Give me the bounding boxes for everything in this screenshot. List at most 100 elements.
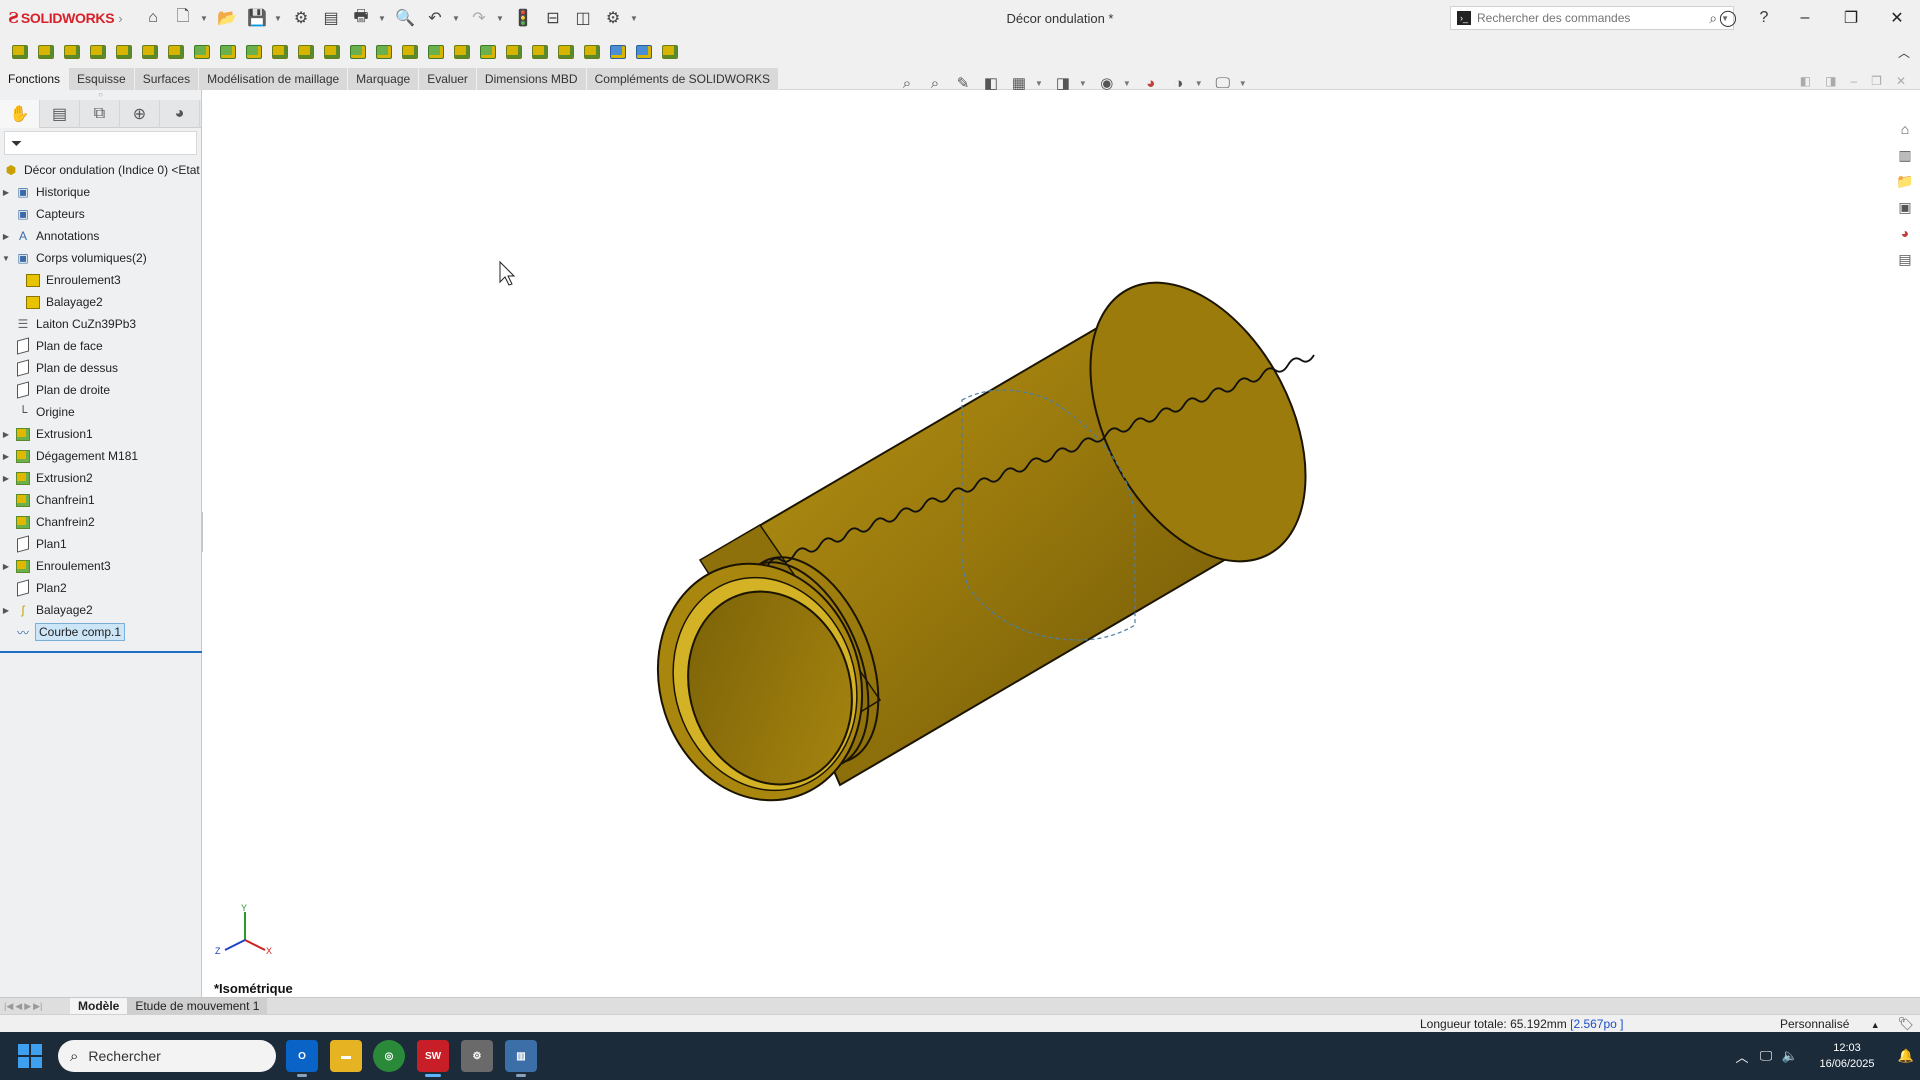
tree-root[interactable]: ⬢ Décor ondulation (Indice 0) <Etat bbox=[0, 159, 201, 181]
intersect-icon[interactable] bbox=[502, 40, 526, 64]
tree-item-degagement[interactable]: ▶ Dégagement M181 bbox=[0, 445, 201, 467]
rebuild-component-icon[interactable]: ⚙ bbox=[288, 5, 314, 31]
shell-icon[interactable] bbox=[450, 40, 474, 64]
redo-dropdown-icon[interactable]: ▼ bbox=[496, 14, 506, 23]
split-vertical-icon[interactable]: ◫ bbox=[570, 5, 596, 31]
tile-left-icon[interactable]: ◧ bbox=[1800, 74, 1811, 88]
unit-system[interactable]: Personnalisé ▲ bbox=[1780, 1017, 1880, 1031]
view-settings-dropdown-icon[interactable]: ▼ bbox=[1239, 79, 1247, 88]
swept-boss-icon[interactable] bbox=[60, 40, 84, 64]
reference-geometry-icon[interactable] bbox=[606, 40, 630, 64]
rollback-bar[interactable] bbox=[0, 651, 202, 653]
tab-modele[interactable]: Modèle bbox=[70, 997, 128, 1015]
redo-icon[interactable]: ↷ bbox=[466, 5, 492, 31]
expand-icon[interactable]: ▶ bbox=[0, 232, 12, 241]
open-folder-icon[interactable]: 📂 bbox=[214, 5, 240, 31]
network-icon[interactable]: 🖵 bbox=[1754, 1048, 1778, 1064]
tab-complements[interactable]: Compléments de SOLIDWORKS bbox=[586, 68, 779, 90]
tree-item-courbe-comp[interactable]: 〰 Courbe comp.1 bbox=[0, 621, 201, 643]
part-model[interactable]: Y X Z bbox=[203, 90, 1889, 999]
home-icon[interactable]: ⌂ bbox=[140, 5, 166, 31]
hide-show-items-icon[interactable]: ◉ bbox=[1095, 72, 1119, 94]
tree-item-plan1[interactable]: Plan1 bbox=[0, 533, 201, 555]
dynamic-annotation-icon[interactable]: ▦ bbox=[1007, 72, 1031, 94]
tree-item-balayage2[interactable]: ▶ ʃ Balayage2 bbox=[0, 599, 201, 621]
view-orientation-dropdown-icon[interactable]: ▼ bbox=[1035, 79, 1043, 88]
hide-show-dropdown-icon[interactable]: ▼ bbox=[1123, 79, 1131, 88]
tree-item-material[interactable]: ☰ Laiton CuZn39Pb3 bbox=[0, 313, 201, 335]
lofted-cut-icon[interactable] bbox=[294, 40, 318, 64]
rib-icon[interactable] bbox=[398, 40, 422, 64]
viewport-restore-icon[interactable]: ❐ bbox=[1871, 74, 1882, 88]
cut-features-icon[interactable] bbox=[164, 40, 188, 64]
expand-icon[interactable]: ▶ bbox=[0, 430, 12, 439]
comments-icon[interactable]: 🏷 bbox=[1897, 1016, 1914, 1032]
zoom-to-fit-icon[interactable]: ⌕ bbox=[895, 72, 919, 94]
expand-icon[interactable]: ▶ bbox=[0, 452, 12, 461]
show-hidden-icons-icon[interactable]: ︿ bbox=[1730, 1047, 1754, 1066]
taskbar-search[interactable]: ⌕ Rechercher bbox=[58, 1040, 276, 1072]
custom-properties-icon[interactable]: ▤ bbox=[1894, 248, 1916, 270]
zoom-to-area-icon[interactable]: ⌕ bbox=[923, 72, 947, 94]
print-preview-icon[interactable]: 🔍 bbox=[392, 5, 418, 31]
first-tab-icon[interactable]: |◀ bbox=[4, 1001, 13, 1012]
save-icon[interactable]: 💾 bbox=[244, 5, 270, 31]
appearances-icon[interactable]: ◕ bbox=[1894, 222, 1916, 244]
boundary-cut-icon[interactable] bbox=[320, 40, 344, 64]
tree-item-historique[interactable]: ▶ ▣ Historique bbox=[0, 181, 201, 203]
instant3d-icon[interactable] bbox=[658, 40, 682, 64]
expand-icon[interactable]: ▶ bbox=[0, 474, 12, 483]
extruded-boss-icon[interactable] bbox=[8, 40, 32, 64]
file-explorer-icon[interactable]: 📁 bbox=[1894, 170, 1916, 192]
tab-evaluer[interactable]: Evaluer bbox=[419, 68, 477, 90]
options-dropdown-icon[interactable]: ▼ bbox=[630, 14, 640, 23]
feature-manager-tab-icon[interactable]: ✋ bbox=[0, 100, 40, 128]
undo-dropdown-icon[interactable]: ▼ bbox=[452, 14, 462, 23]
revolved-cut-icon[interactable] bbox=[242, 40, 266, 64]
tree-item-annotations[interactable]: ▶ A Annotations bbox=[0, 225, 201, 247]
display-manager-tab-icon[interactable]: ◕ bbox=[160, 100, 200, 128]
collapse-ribbon-icon[interactable]: ︿ bbox=[1898, 44, 1910, 61]
expand-icon[interactable]: ▶ bbox=[0, 188, 12, 197]
tree-item-extrusion2[interactable]: ▶ Extrusion2 bbox=[0, 467, 201, 489]
windows-start-icon[interactable] bbox=[18, 1044, 42, 1068]
tab-marquage[interactable]: Marquage bbox=[348, 68, 420, 90]
tree-item-plan-de-droite[interactable]: Plan de droite bbox=[0, 379, 201, 401]
view-palette-icon[interactable]: ▣ bbox=[1894, 196, 1916, 218]
help-icon[interactable]: ? bbox=[1746, 0, 1782, 36]
prev-tab-icon[interactable]: ◀ bbox=[15, 1001, 22, 1012]
expand-icon[interactable]: ▶ bbox=[0, 606, 12, 615]
fillet-icon[interactable] bbox=[346, 40, 370, 64]
apply-scene-icon[interactable]: ◑ bbox=[1167, 72, 1191, 94]
rebuild-traffic-light-icon[interactable]: 🚦 bbox=[510, 5, 536, 31]
curves-icon[interactable] bbox=[632, 40, 656, 64]
revolved-boss-icon[interactable] bbox=[34, 40, 58, 64]
next-tab-icon[interactable]: ▶ bbox=[24, 1001, 31, 1012]
print-dropdown-icon[interactable]: ▼ bbox=[378, 14, 388, 23]
design-library-icon[interactable]: ▥ bbox=[1894, 144, 1916, 166]
close-button[interactable]: ✕ bbox=[1874, 0, 1920, 36]
command-search[interactable]: ›_ ⌕ ▼ bbox=[1450, 6, 1734, 30]
undo-icon[interactable]: ↶ bbox=[422, 5, 448, 31]
tab-fonctions[interactable]: Fonctions bbox=[0, 68, 70, 90]
tree-item-origine[interactable]: └ Origine bbox=[0, 401, 201, 423]
tree-item-enroulement3[interactable]: ▶ Enroulement3 bbox=[0, 555, 201, 577]
thicken-icon[interactable] bbox=[138, 40, 162, 64]
new-dropdown-icon[interactable]: ▼ bbox=[200, 14, 210, 23]
unit-system-dropdown-icon[interactable]: ▲ bbox=[1871, 1020, 1880, 1030]
outlook-app-icon[interactable]: O bbox=[286, 1040, 318, 1077]
user-account-icon[interactable]: ◯ bbox=[1710, 0, 1746, 36]
clock[interactable]: 12:03 16/06/2025 bbox=[1802, 1040, 1892, 1072]
viewport-close-icon[interactable]: ✕ bbox=[1896, 74, 1906, 88]
mirror-icon[interactable] bbox=[528, 40, 552, 64]
tree-filter[interactable]: ⏷ bbox=[4, 131, 197, 155]
options-gear-icon[interactable]: ⚙ bbox=[600, 5, 626, 31]
extruded-cut-icon[interactable] bbox=[190, 40, 214, 64]
split-icon[interactable] bbox=[580, 40, 604, 64]
scene-dropdown-icon[interactable]: ▼ bbox=[1195, 79, 1203, 88]
volume-icon[interactable]: 🔈 bbox=[1778, 1048, 1802, 1064]
solidworks-resources-icon[interactable]: ⌂ bbox=[1894, 118, 1916, 140]
wrap-icon[interactable] bbox=[476, 40, 500, 64]
file-explorer-app-icon[interactable]: ▬ bbox=[330, 1040, 362, 1072]
configuration-manager-tab-icon[interactable]: ⧉ bbox=[80, 100, 120, 128]
